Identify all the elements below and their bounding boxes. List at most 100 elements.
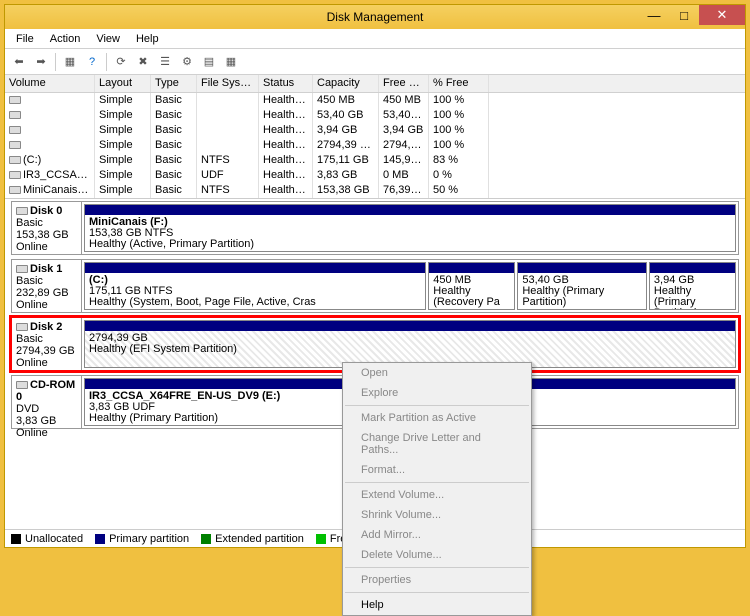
menu-action[interactable]: Action — [43, 31, 88, 47]
volume-row[interactable]: MiniCanais (F:)SimpleBasicNTFSHealthy (A… — [5, 183, 745, 198]
cell: (C:) — [5, 153, 95, 168]
disk-row: Disk 0Basic153,38 GBOnlineMiniCanais (F:… — [11, 201, 739, 255]
cell: Healthy (A... — [259, 183, 313, 198]
titlebar[interactable]: Disk Management — □ ✕ — [5, 5, 745, 29]
context-item-format-: Format... — [343, 460, 531, 480]
delete-icon[interactable]: ✖ — [133, 52, 153, 72]
menu-help[interactable]: Help — [129, 31, 166, 47]
volume-row[interactable]: IR3_CCSA_X64FRE...SimpleBasicUDFHealthy … — [5, 168, 745, 183]
menu-view[interactable]: View — [89, 31, 127, 47]
volume-row[interactable]: SimpleBasicHealthy (R...450 MB450 MB100 … — [5, 93, 745, 108]
settings-icon[interactable]: ⚙ — [177, 52, 197, 72]
partition[interactable]: 3,94 GBHealthy (Primary Partition) — [649, 262, 736, 310]
cell: 3,94 GB — [313, 123, 379, 138]
volume-row[interactable]: SimpleBasicHealthy (P...53,40 GB53,40 GB… — [5, 108, 745, 123]
cell: 76,39 GB — [379, 183, 429, 198]
volume-icon — [9, 96, 21, 104]
volume-row[interactable]: SimpleBasicHealthy (P...3,94 GB3,94 GB10… — [5, 123, 745, 138]
cell: Healthy (S... — [259, 153, 313, 168]
cell — [5, 108, 95, 123]
refresh-icon[interactable]: ⟳ — [111, 52, 131, 72]
cell: Simple — [95, 168, 151, 183]
cell — [197, 93, 259, 108]
partition-bar — [85, 321, 735, 331]
volume-row[interactable]: (C:)SimpleBasicNTFSHealthy (S...175,11 G… — [5, 153, 745, 168]
close-button[interactable]: ✕ — [699, 5, 745, 25]
partition[interactable]: (C:)175,11 GB NTFSHealthy (System, Boot,… — [84, 262, 426, 310]
partition[interactable]: 450 MBHealthy (Recovery Pa — [428, 262, 515, 310]
disk-info[interactable]: Disk 1Basic232,89 GBOnline — [12, 260, 82, 312]
help-icon[interactable]: ? — [82, 52, 102, 72]
cell — [5, 93, 95, 108]
cell — [5, 123, 95, 138]
show-hide-icon[interactable]: ▦ — [60, 52, 80, 72]
volume-icon — [9, 111, 21, 119]
column-header[interactable]: Type — [151, 75, 197, 92]
cell: MiniCanais (F:) — [5, 183, 95, 198]
disk-icon — [16, 207, 28, 215]
context-item-delete-volume-: Delete Volume... — [343, 545, 531, 565]
cell: 3,94 GB — [379, 123, 429, 138]
volume-icon — [9, 171, 21, 179]
context-item-extend-volume-: Extend Volume... — [343, 485, 531, 505]
cell: 100 % — [429, 93, 489, 108]
column-header[interactable]: Status — [259, 75, 313, 92]
legend-label: Primary partition — [109, 533, 189, 545]
maximize-button[interactable]: □ — [669, 5, 699, 25]
cell: Basic — [151, 183, 197, 198]
graphical-view-icon[interactable]: ▦ — [221, 52, 241, 72]
context-item-properties: Properties — [343, 570, 531, 590]
context-item-mark-partition-as-active: Mark Partition as Active — [343, 408, 531, 428]
toolbar: ⬅ ➡ ▦ ? ⟳ ✖ ☰ ⚙ ▤ ▦ — [5, 49, 745, 75]
column-headers[interactable]: VolumeLayoutTypeFile SystemStatusCapacit… — [5, 75, 745, 93]
cell: 175,11 GB — [313, 153, 379, 168]
list-view-icon[interactable]: ▤ — [199, 52, 219, 72]
column-header[interactable]: Layout — [95, 75, 151, 92]
cell: 50 % — [429, 183, 489, 198]
cell: Basic — [151, 153, 197, 168]
column-header[interactable]: Free Spa... — [379, 75, 429, 92]
disk-icon — [16, 265, 28, 273]
context-item-help[interactable]: Help — [343, 595, 531, 615]
partition-body: 450 MBHealthy (Recovery Pa — [429, 273, 514, 309]
back-icon[interactable]: ⬅ — [9, 52, 29, 72]
volume-row[interactable]: SimpleBasicHealthy (E...2794,39 GB2794,3… — [5, 138, 745, 153]
partition-body: (C:)175,11 GB NTFSHealthy (System, Boot,… — [85, 273, 425, 309]
context-menu[interactable]: OpenExploreMark Partition as ActiveChang… — [342, 362, 532, 616]
cell: Healthy (P... — [259, 108, 313, 123]
disk-info[interactable]: Disk 0Basic153,38 GBOnline — [12, 202, 82, 254]
cell: 0 MB — [379, 168, 429, 183]
menubar: FileActionViewHelp — [5, 29, 745, 49]
forward-icon[interactable]: ➡ — [31, 52, 51, 72]
cell: Healthy (P... — [259, 123, 313, 138]
cell: Healthy (P... — [259, 168, 313, 183]
properties-icon[interactable]: ☰ — [155, 52, 175, 72]
context-item-shrink-volume-: Shrink Volume... — [343, 505, 531, 525]
column-header[interactable]: Volume — [5, 75, 95, 92]
cell: Simple — [95, 93, 151, 108]
disk-info[interactable]: Disk 2Basic2794,39 GBOnline — [12, 318, 82, 370]
disk-icon — [16, 381, 28, 389]
cell: Healthy (E... — [259, 138, 313, 153]
cell — [197, 138, 259, 153]
volume-icon — [9, 186, 21, 194]
column-header[interactable]: % Free — [429, 75, 489, 92]
disk-icon — [16, 323, 28, 331]
column-header[interactable]: File System — [197, 75, 259, 92]
column-header[interactable]: Capacity — [313, 75, 379, 92]
partition[interactable]: MiniCanais (F:)153,38 GB NTFSHealthy (Ac… — [84, 204, 736, 252]
partition-bar — [518, 263, 646, 273]
menu-file[interactable]: File — [9, 31, 41, 47]
minimize-button[interactable]: — — [639, 5, 669, 25]
partition[interactable]: 53,40 GBHealthy (Primary Partition) — [517, 262, 647, 310]
cell: Basic — [151, 168, 197, 183]
cell: Simple — [95, 123, 151, 138]
partition[interactable]: 2794,39 GBHealthy (EFI System Partition) — [84, 320, 736, 368]
cell: 450 MB — [379, 93, 429, 108]
volume-list: VolumeLayoutTypeFile SystemStatusCapacit… — [5, 75, 745, 199]
cell: 0 % — [429, 168, 489, 183]
disk-info[interactable]: CD-ROM 0DVD3,83 GBOnline — [12, 376, 82, 428]
legend-label: Extended partition — [215, 533, 304, 545]
context-item-add-mirror-: Add Mirror... — [343, 525, 531, 545]
cell: 450 MB — [313, 93, 379, 108]
